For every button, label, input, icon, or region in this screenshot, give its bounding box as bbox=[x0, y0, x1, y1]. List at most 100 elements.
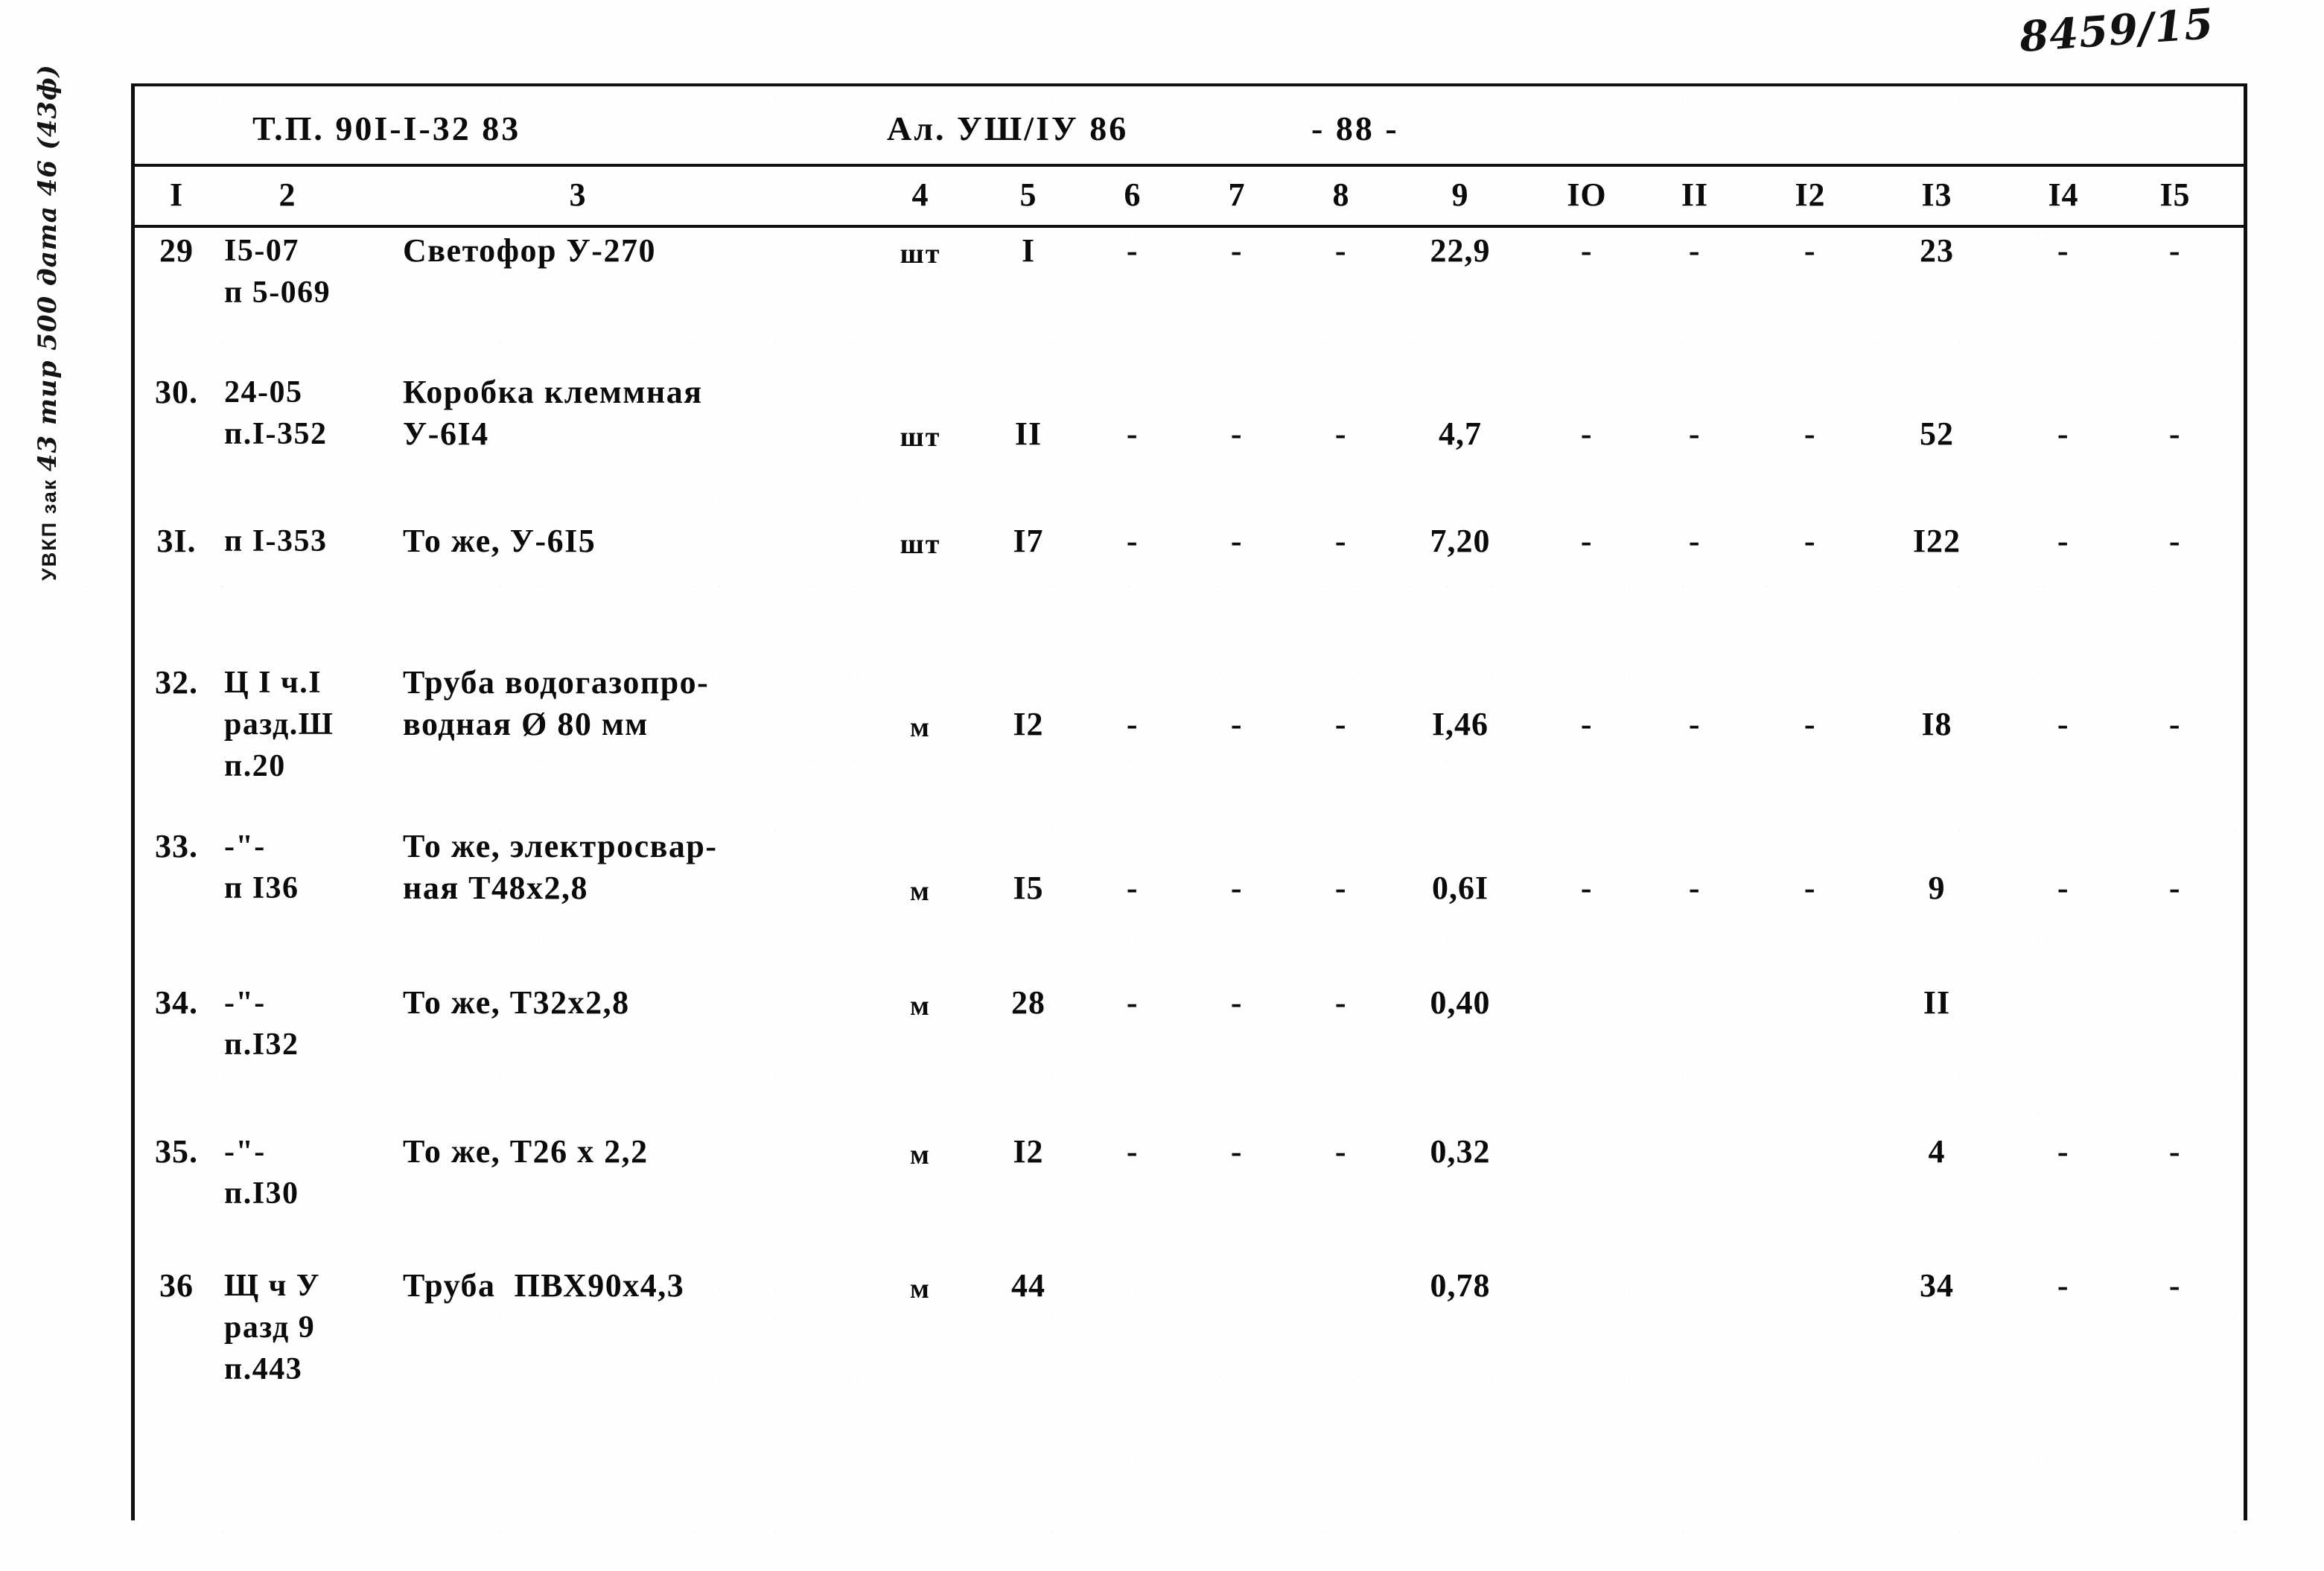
row-value-dash-col8: - bbox=[1334, 870, 1348, 906]
row-value-dash-col14: - bbox=[2057, 415, 2070, 452]
row-value-dash-col6: - bbox=[1126, 415, 1139, 452]
row-item-number: 34. bbox=[155, 984, 198, 1021]
column-number-15: I5 bbox=[2159, 176, 2191, 213]
row-value-dash-col14: - bbox=[2057, 232, 2070, 269]
row-value-col9: 0,32 bbox=[1430, 1133, 1491, 1170]
row-value-col13: 4 bbox=[1928, 1133, 1946, 1170]
table-header-band: Т.П. 90I-I-32 83 Ал. УШ/IУ 86 - 88 - bbox=[135, 86, 2244, 164]
row-value-dash-col14: - bbox=[2057, 523, 2070, 559]
row-unit: шт bbox=[900, 529, 941, 560]
row-value-col13: I22 bbox=[1912, 523, 1961, 559]
row-value-dash-col14: - bbox=[2057, 1267, 2070, 1304]
row-value-dash-col8: - bbox=[1334, 706, 1348, 742]
row-value-dash-col10: - bbox=[1580, 415, 1594, 452]
row-reference-code-line: Ц I ч.I bbox=[224, 666, 322, 700]
row-value-dash-col10: - bbox=[1580, 523, 1594, 559]
row-value-dash-col14: - bbox=[2057, 870, 2070, 906]
row-description-line: То же, У-6I5 bbox=[403, 523, 596, 559]
row-value-col9: 0,40 bbox=[1430, 984, 1491, 1021]
row-item-number: 36 bbox=[159, 1267, 194, 1304]
row-unit: м bbox=[910, 990, 931, 1022]
row-value-dash-col7: - bbox=[1230, 706, 1244, 742]
row-value-col13: 23 bbox=[1920, 232, 1954, 269]
archive-reference-handwritten: 8459/15 bbox=[2017, 0, 2215, 63]
row-item-number: 32. bbox=[155, 664, 198, 701]
row-unit: м bbox=[910, 1139, 931, 1170]
column-number-1: I bbox=[169, 176, 184, 213]
row-value-dash-col8: - bbox=[1334, 523, 1348, 559]
row-description-line: То же, электросвар- bbox=[403, 828, 718, 864]
row-value-col9: 22,9 bbox=[1430, 232, 1491, 269]
row-value-dash-col6: - bbox=[1126, 706, 1139, 742]
row-unit: м bbox=[910, 1273, 931, 1304]
column-number-14: I4 bbox=[2048, 176, 2079, 213]
row-reference-code-line: -"- bbox=[224, 1135, 266, 1169]
row-description-line: Труба водогазопро- bbox=[403, 664, 710, 701]
row-unit: шт bbox=[900, 421, 941, 453]
row-reference-code-line: п I-353 bbox=[224, 524, 328, 558]
row-value-dash-col6: - bbox=[1126, 984, 1139, 1021]
header-type-project: Т.П. 90I-I-32 83 bbox=[252, 109, 521, 147]
row-value-dash-col15: - bbox=[2168, 232, 2182, 269]
row-value-dash-col11: - bbox=[1688, 415, 1701, 452]
row-value-dash-col15: - bbox=[2168, 1267, 2182, 1304]
row-value-dash-col6: - bbox=[1126, 1133, 1139, 1170]
row-value-dash-col7: - bbox=[1230, 1133, 1244, 1170]
row-value-col9: 0,6I bbox=[1431, 870, 1489, 906]
rule-under-column-numbers bbox=[135, 225, 2244, 228]
column-number-13: I3 bbox=[1921, 176, 1952, 213]
row-value-col5: I bbox=[1021, 232, 1036, 269]
row-value-dash-col15: - bbox=[2168, 870, 2182, 906]
row-value-col9: 7,20 bbox=[1430, 523, 1491, 559]
row-value-dash-col12: - bbox=[1804, 415, 1817, 452]
column-number-9: 9 bbox=[1451, 176, 1469, 213]
row-value-col9: I,46 bbox=[1431, 706, 1489, 742]
row-value-dash-col15: - bbox=[2168, 523, 2182, 559]
row-value-col13: I8 bbox=[1921, 706, 1952, 742]
column-number-3: 3 bbox=[569, 176, 587, 213]
table-body: 29 I5-07 п 5-069 Светофор У-270 шт I - - - 22,9 - -… bbox=[135, 229, 2244, 1520]
row-value-col13: 52 bbox=[1920, 415, 1954, 452]
column-number-5: 5 bbox=[1019, 176, 1037, 213]
row-value-dash-col7: - bbox=[1230, 415, 1244, 452]
row-value-dash-col6: - bbox=[1126, 523, 1139, 559]
row-description-line: У-6I4 bbox=[403, 415, 489, 452]
row-value-col13: 34 bbox=[1920, 1267, 1954, 1304]
row-unit: шт bbox=[900, 238, 941, 270]
column-number-7: 7 bbox=[1228, 176, 1246, 213]
row-value-dash-col15: - bbox=[2168, 706, 2182, 742]
row-reference-code-line: -"- bbox=[224, 829, 266, 864]
row-reference-code-line: п 5-069 bbox=[224, 275, 331, 310]
row-value-dash-col14: - bbox=[2057, 706, 2070, 742]
row-value-dash-col8: - bbox=[1334, 984, 1348, 1021]
header-album: Ал. УШ/IУ 86 bbox=[887, 109, 1129, 147]
row-value-dash-col8: - bbox=[1334, 1133, 1348, 1170]
row-value-dash-col12: - bbox=[1804, 706, 1817, 742]
row-value-dash-col11: - bbox=[1688, 706, 1701, 742]
column-number-6: 6 bbox=[1124, 176, 1142, 213]
row-value-dash-col14: - bbox=[2057, 1133, 2070, 1170]
row-description-line: Коробка клеммная bbox=[403, 374, 703, 410]
row-item-number: 30. bbox=[155, 374, 198, 410]
column-number-10: IO bbox=[1567, 176, 1607, 213]
row-description-line: Труба ПВХ90х4,3 bbox=[403, 1267, 685, 1304]
row-reference-code-line: п.I-352 bbox=[224, 417, 328, 451]
row-value-col9: 4,7 bbox=[1439, 415, 1482, 452]
row-reference-code-line: п.I32 bbox=[224, 1027, 299, 1062]
row-reference-code-line: Щ ч У bbox=[224, 1269, 321, 1303]
column-number-4: 4 bbox=[911, 176, 929, 213]
column-number-11: II bbox=[1681, 176, 1709, 213]
row-value-dash-col12: - bbox=[1804, 870, 1817, 906]
row-value-dash-col7: - bbox=[1230, 523, 1244, 559]
row-value-col9: 0,78 bbox=[1430, 1267, 1491, 1304]
row-value-col5: I5 bbox=[1013, 870, 1044, 906]
row-description-line: Светофор У-270 bbox=[403, 232, 656, 269]
row-value-dash-col10: - bbox=[1580, 870, 1594, 906]
row-value-dash-col11: - bbox=[1688, 232, 1701, 269]
row-value-col5: 28 bbox=[1011, 984, 1045, 1021]
row-reference-code-line: п.I30 bbox=[224, 1176, 299, 1211]
header-page-number: - 88 - bbox=[1311, 109, 1399, 147]
row-value-col13: 9 bbox=[1928, 870, 1946, 906]
row-unit: м bbox=[910, 876, 931, 907]
row-reference-code-line: -"- bbox=[224, 986, 266, 1020]
